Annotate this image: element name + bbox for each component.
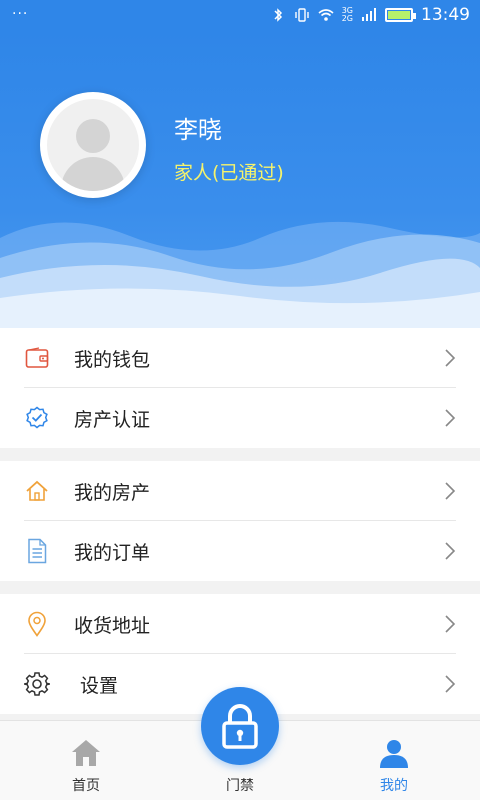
lock-icon bbox=[222, 704, 258, 749]
menu-item-label: 我的房产 bbox=[74, 481, 151, 504]
clock: 13:49 bbox=[421, 5, 470, 25]
menu-item-label: 我的订单 bbox=[74, 541, 151, 564]
chevron-right-icon bbox=[445, 675, 456, 693]
wifi-icon bbox=[318, 9, 334, 21]
profile-header: 李晓 家人(已通过) bbox=[0, 32, 480, 328]
wave-decoration bbox=[0, 221, 480, 328]
menu-item-label: 房产认证 bbox=[74, 408, 151, 431]
location-pin-icon bbox=[24, 611, 50, 637]
user-name: 李晓 bbox=[174, 116, 222, 144]
menu-group: 我的房产 我的订单 bbox=[0, 461, 480, 581]
avatar[interactable] bbox=[40, 92, 146, 198]
menu-item-my-orders[interactable]: 我的订单 bbox=[0, 521, 480, 581]
signal-icon bbox=[362, 8, 376, 21]
home-icon bbox=[72, 740, 100, 766]
vibrate-icon bbox=[295, 8, 309, 22]
network-label-bottom: 2G bbox=[341, 14, 353, 23]
gear-icon bbox=[24, 671, 50, 697]
menu-group: 我的钱包 房产认证 bbox=[0, 328, 480, 448]
tab-label: 首页 bbox=[72, 778, 100, 794]
wallet-icon bbox=[24, 345, 50, 371]
verified-badge-icon bbox=[24, 405, 50, 431]
tab-label: 我的 bbox=[380, 778, 408, 794]
menu-item-label: 设置 bbox=[80, 674, 119, 697]
menu-item-label: 收货地址 bbox=[74, 614, 151, 637]
menu-item-shipping-address[interactable]: 收货地址 bbox=[0, 594, 480, 654]
chevron-right-icon bbox=[445, 409, 456, 427]
menu-item-label: 我的钱包 bbox=[74, 348, 151, 371]
tab-me[interactable]: 我的 bbox=[334, 721, 454, 800]
door-unlock-button[interactable] bbox=[201, 687, 279, 765]
notification-dots: ··· bbox=[12, 6, 29, 22]
chevron-right-icon bbox=[445, 615, 456, 633]
document-list-icon bbox=[24, 538, 50, 564]
tab-label: 门禁 bbox=[226, 778, 254, 794]
user-role-status: 家人(已通过) bbox=[174, 162, 284, 184]
bluetooth-icon bbox=[274, 8, 282, 22]
chevron-right-icon bbox=[445, 349, 456, 367]
network-indicator: 3G 2G bbox=[342, 7, 353, 23]
status-bar: ··· 3G 2G 13:49 bbox=[0, 0, 480, 32]
menu-list: 我的钱包 房产认证 我的房产 我的订单 收货地址 设置 bbox=[0, 328, 480, 714]
battery-icon bbox=[385, 8, 416, 22]
chevron-right-icon bbox=[445, 482, 456, 500]
status-icons: 3G 2G 13:49 bbox=[270, 5, 470, 25]
menu-item-property-certification[interactable]: 房产认证 bbox=[0, 388, 480, 448]
menu-item-my-property[interactable]: 我的房产 bbox=[0, 461, 480, 521]
house-icon bbox=[24, 478, 50, 504]
user-icon bbox=[380, 740, 408, 768]
tab-home[interactable]: 首页 bbox=[26, 721, 146, 800]
menu-item-wallet[interactable]: 我的钱包 bbox=[0, 328, 480, 388]
default-avatar-icon bbox=[47, 99, 139, 191]
chevron-right-icon bbox=[445, 542, 456, 560]
